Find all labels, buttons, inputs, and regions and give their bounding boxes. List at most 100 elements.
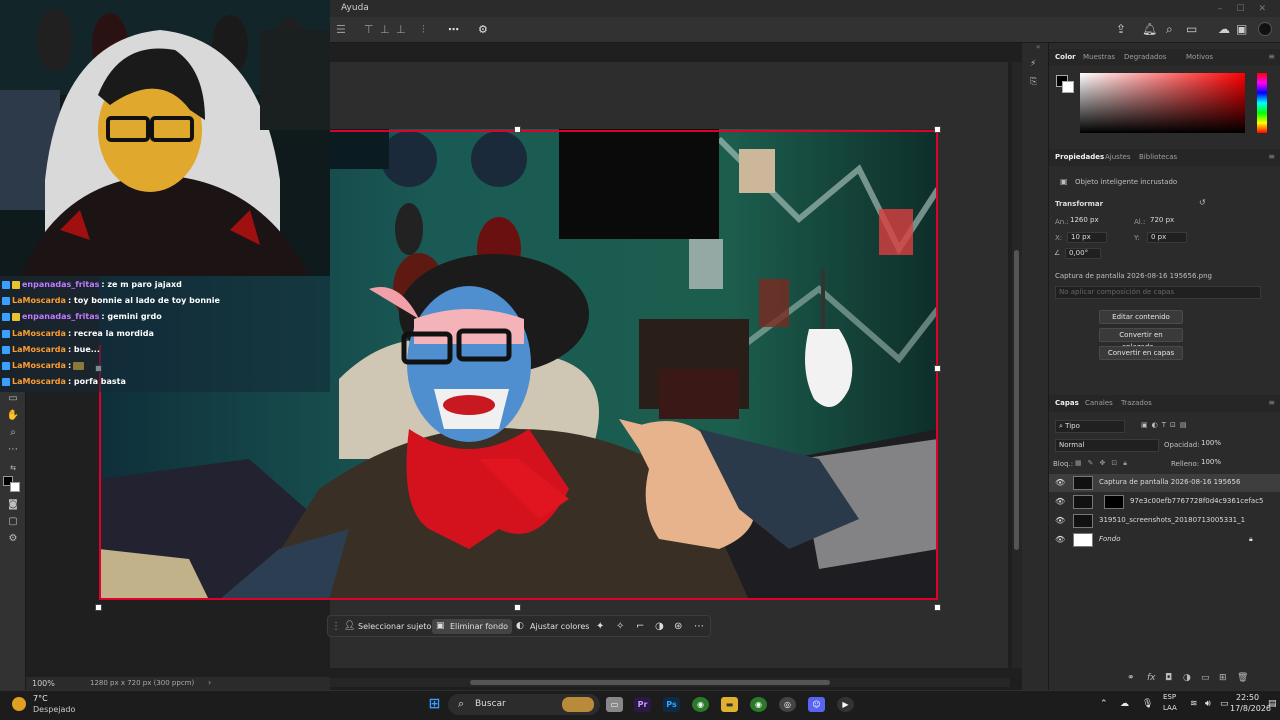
zoom-tool-icon[interactable]: ⌕	[6, 426, 20, 440]
cloud-icon[interactable]: ☁	[1218, 22, 1230, 36]
onedrive-icon[interactable]: ☁	[1120, 699, 1129, 709]
align-bottom-icon[interactable]: ⊥	[396, 23, 406, 37]
transform-handle-bottom[interactable]	[514, 604, 521, 611]
adjustment-icon[interactable]: ◑	[655, 620, 664, 633]
visibility-eye-icon[interactable]: 👁︎	[1055, 478, 1065, 487]
clock-time[interactable]: 22:50	[1236, 693, 1259, 702]
workspace-icon[interactable]: ▭	[1186, 22, 1197, 36]
panel-menu-icon[interactable]: ≡	[1268, 152, 1275, 161]
layer-row[interactable]: 👁︎ 97e3c00efb7767728f0d4c9361cefac5	[1049, 493, 1280, 511]
layer-comp-select[interactable]: No aplicar composición de capas	[1055, 286, 1261, 299]
photoshop-icon[interactable]: Ps	[663, 697, 680, 712]
layer-row[interactable]: 👁︎ Fondo 🔒︎	[1049, 531, 1280, 549]
convert-to-layers-button[interactable]: Convertir en capas	[1099, 346, 1183, 360]
tab-paths[interactable]: Trazados	[1121, 399, 1152, 407]
share-icon[interactable]: ⇪	[1116, 22, 1126, 36]
distribute-icon[interactable]: ⫶	[422, 23, 425, 37]
layer-filter-icons[interactable]: ▣◐T⊡▤	[1141, 421, 1190, 429]
more-icon[interactable]: ⋯	[694, 620, 704, 633]
tab-swatches[interactable]: Muestras	[1083, 53, 1115, 61]
more-options-icon[interactable]: ⋯	[448, 23, 459, 37]
hue-slider[interactable]	[1257, 73, 1267, 133]
convert-to-linked-button[interactable]: Convertir en enlazado...	[1099, 328, 1183, 351]
layer-row[interactable]: 👁︎ 319510_screenshots_20180713005331_1	[1049, 512, 1280, 530]
background-swatch[interactable]	[1062, 81, 1074, 93]
menu-help[interactable]: Ayuda	[341, 3, 369, 13]
transform-handle-top-right[interactable]	[934, 126, 941, 133]
hand-tool-icon[interactable]: ✋	[6, 409, 20, 423]
mask-icon[interactable]: ⊛	[674, 620, 682, 633]
minimize-button[interactable]: –	[1218, 4, 1223, 14]
volume-icon[interactable]: 🔊︎	[1205, 699, 1211, 709]
generative-fill-icon[interactable]: ✦	[596, 620, 604, 633]
tab-adjustments[interactable]: Ajustes	[1105, 153, 1131, 161]
chrome-profile-icon[interactable]: ◉	[750, 697, 767, 712]
clock-date[interactable]: 17/8/2026	[1230, 704, 1271, 713]
align-top-icon[interactable]: ⊤	[364, 23, 374, 37]
transform-handle-right[interactable]	[934, 365, 941, 372]
marquee-tool-icon[interactable]: ▭	[6, 392, 20, 406]
file-explorer-taskview-icon[interactable]: ▭	[606, 697, 623, 712]
close-button[interactable]: ✕	[1258, 4, 1266, 14]
tab-libraries[interactable]: Bibliotecas	[1139, 153, 1177, 161]
adjustment-layer-icon[interactable]: ◑	[1183, 673, 1191, 683]
vertical-scroll-thumb[interactable]	[1014, 250, 1019, 550]
y-position-field[interactable]: 0 px	[1147, 232, 1187, 243]
adjust-colors-button[interactable]: ◐ Ajustar colores	[512, 619, 593, 634]
new-layer-icon[interactable]: ⊞	[1219, 673, 1227, 683]
zoom-level[interactable]: 100%	[32, 679, 55, 688]
visibility-eye-icon[interactable]: 👁︎	[1055, 516, 1065, 525]
tab-patterns[interactable]: Motivos	[1186, 53, 1213, 61]
transform-handle-bottom-left[interactable]	[95, 604, 102, 611]
taskbar-search[interactable]: ⌕ Buscar	[448, 694, 600, 715]
more-tools-icon[interactable]: ⋯	[6, 443, 20, 457]
select-subject-button[interactable]: 👤︎ Seleccionar sujeto	[340, 619, 435, 634]
edit-contents-button[interactable]: Editar contenido	[1099, 310, 1183, 324]
tab-properties[interactable]: Propiedades	[1055, 153, 1104, 161]
panel-menu-icon[interactable]: ≡	[1268, 52, 1275, 61]
link-layers-icon[interactable]: ⚭	[1127, 673, 1135, 683]
tab-layers[interactable]: Capas	[1055, 399, 1079, 407]
notifications-icon[interactable]: ▤	[1268, 699, 1277, 709]
chrome-icon[interactable]: ◉	[692, 697, 709, 712]
show-hidden-icons[interactable]: ⌃	[1100, 699, 1108, 709]
settings-gear-icon[interactable]: ⚙	[478, 23, 488, 37]
battery-icon[interactable]: ▭	[1220, 699, 1229, 709]
language-indicator[interactable]: ESP	[1163, 693, 1176, 701]
width-field[interactable]: 1260 px	[1067, 216, 1111, 227]
premiere-pro-icon[interactable]: Pr	[634, 697, 651, 712]
layer-filter-select[interactable]: ⌕ Tipo	[1055, 420, 1125, 433]
group-icon[interactable]: ▭	[1201, 673, 1210, 683]
remove-background-button[interactable]: ▣ Eliminar fondo	[432, 619, 513, 634]
align-icon[interactable]: ☰	[336, 23, 346, 37]
color-picker-field[interactable]	[1080, 73, 1245, 133]
notifications-bell-icon[interactable]: 🔔︎	[1142, 22, 1157, 36]
collapse-panels-icon[interactable]: «	[1036, 43, 1040, 51]
reset-transform-icon[interactable]: ↺	[1199, 198, 1206, 207]
horizontal-scroll-thumb[interactable]	[470, 680, 830, 685]
visibility-eye-icon[interactable]: 👁︎	[1055, 497, 1065, 506]
avatar[interactable]	[1258, 22, 1272, 36]
search-icon[interactable]: ⌕	[1166, 22, 1173, 36]
windows-start-icon[interactable]: ⊞	[426, 697, 443, 712]
x-position-field[interactable]: 10 px	[1067, 232, 1107, 243]
keyboard-layout[interactable]: LAA	[1163, 704, 1177, 712]
status-menu-arrow[interactable]: ›	[208, 678, 211, 687]
media-player-icon[interactable]: ▶	[837, 697, 854, 712]
obs-icon[interactable]: ◎	[779, 697, 796, 712]
screen-mode-icon[interactable]: ▢	[6, 515, 20, 529]
swap-colors-icon[interactable]: ⇆	[6, 461, 20, 475]
lock-icons[interactable]: ▦✎✥⊡🔒︎	[1075, 459, 1133, 468]
maximize-button[interactable]: ☐	[1236, 4, 1244, 14]
fill-field[interactable]: 100%	[1198, 458, 1226, 469]
opacity-field[interactable]: 100%	[1198, 439, 1226, 450]
tab-channels[interactable]: Canales	[1085, 399, 1113, 407]
angle-field[interactable]: 0,00°	[1065, 248, 1101, 259]
tab-color[interactable]: Color	[1055, 53, 1076, 61]
file-explorer-icon[interactable]: ▬	[721, 697, 738, 712]
wifi-icon[interactable]: ≋	[1190, 699, 1198, 709]
background-color-swatch[interactable]	[10, 482, 20, 492]
crop-icon[interactable]: ⌐	[636, 620, 644, 633]
microphone-icon[interactable]: 🎙︎	[1142, 699, 1153, 709]
weather-widget[interactable]: 7°C Despejado	[12, 694, 112, 716]
